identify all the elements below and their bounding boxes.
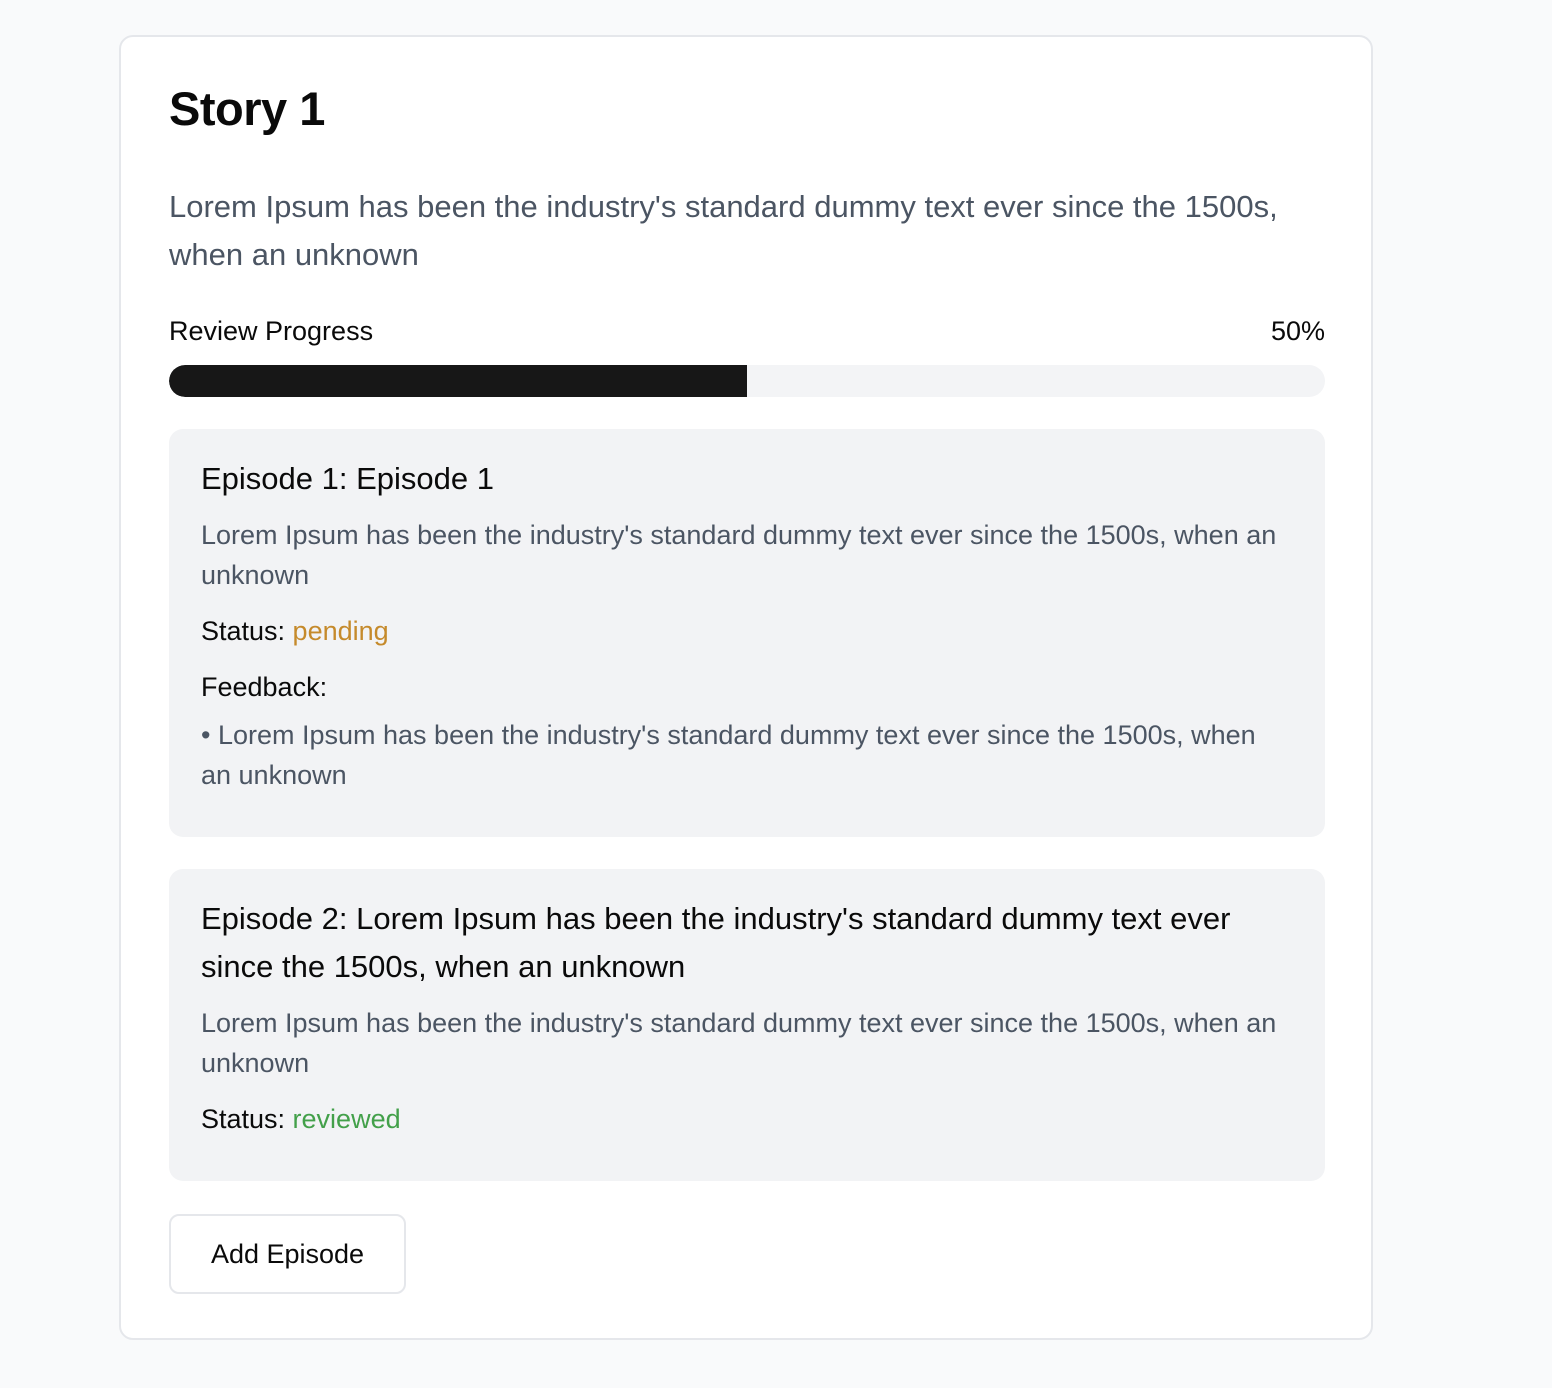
- add-episode-button[interactable]: Add Episode: [169, 1214, 406, 1294]
- episode-title: Episode 2: Lorem Ipsum has been the indu…: [201, 901, 1231, 984]
- story-card: Story 1 Lorem Ipsum has been the industr…: [119, 35, 1373, 1340]
- episode-title: Episode 1: Episode 1: [201, 461, 494, 496]
- feedback-label: Feedback:: [201, 672, 328, 702]
- progress-value: 50%: [1270, 315, 1325, 346]
- status-label: Status:: [201, 1104, 293, 1134]
- feedback-item: • Lorem Ipsum has been the industry's st…: [201, 720, 1256, 790]
- status-label: Status:: [201, 616, 293, 646]
- episode-status: Status: reviewed: [201, 1099, 1293, 1139]
- progress-bar: [169, 365, 1325, 397]
- story-title: Story 1: [169, 82, 325, 135]
- status-badge: reviewed: [292, 1104, 401, 1134]
- story-description: Lorem Ipsum has been the industry's stan…: [169, 189, 1278, 272]
- episode-card: Episode 2: Lorem Ipsum has been the indu…: [169, 869, 1325, 1181]
- progress-header: Review Progress 50%: [169, 311, 1325, 351]
- progress-label: Review Progress: [169, 315, 374, 346]
- episode-description: Lorem Ipsum has been the industry's stan…: [201, 1008, 1277, 1078]
- progress-bar-fill: [169, 365, 747, 397]
- episode-status: Status: pending: [201, 611, 1293, 651]
- episode-card: Episode 1: Episode 1 Lorem Ipsum has bee…: [169, 429, 1325, 837]
- episode-description: Lorem Ipsum has been the industry's stan…: [201, 520, 1277, 590]
- status-badge: pending: [292, 616, 389, 646]
